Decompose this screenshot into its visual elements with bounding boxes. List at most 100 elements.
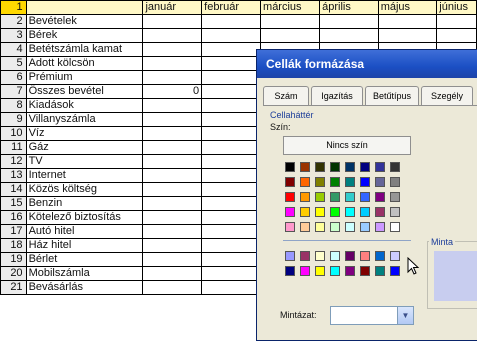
value-cell[interactable] [201, 56, 262, 71]
value-cell[interactable] [142, 252, 203, 267]
tab-alignment[interactable]: Igazítás [311, 86, 363, 105]
color-swatch[interactable] [330, 177, 340, 187]
color-swatch[interactable] [375, 162, 385, 172]
value-cell[interactable] [201, 182, 262, 197]
row-number[interactable]: 14 [0, 182, 27, 197]
row-label-cell[interactable]: Bérlet [25, 252, 144, 267]
color-swatch[interactable] [390, 266, 400, 276]
row-label-cell[interactable]: Betétszámla kamat [25, 42, 144, 57]
color-swatch[interactable] [330, 207, 340, 217]
row-number[interactable]: 12 [0, 154, 27, 169]
color-swatch[interactable] [315, 251, 325, 261]
row-number[interactable]: 6 [0, 70, 27, 85]
value-cell[interactable] [201, 28, 262, 43]
color-swatch[interactable] [330, 251, 340, 261]
pattern-dropdown[interactable]: ▼ [330, 306, 414, 325]
value-cell[interactable] [142, 196, 203, 211]
value-cell[interactable] [142, 14, 203, 29]
value-cell[interactable] [142, 126, 203, 141]
color-swatch[interactable] [285, 162, 295, 172]
row-label-cell[interactable]: Összes bevétel [25, 84, 144, 99]
color-swatch[interactable] [345, 222, 355, 232]
row-number[interactable]: 20 [0, 266, 27, 281]
tab-number[interactable]: Szám [263, 86, 309, 105]
color-swatch[interactable] [390, 207, 400, 217]
value-cell[interactable] [260, 14, 321, 29]
month-header[interactable]: január [142, 0, 203, 15]
no-color-button[interactable]: Nincs szín [283, 136, 411, 155]
color-swatch[interactable] [390, 251, 400, 261]
color-swatch[interactable] [330, 266, 340, 276]
row-number[interactable]: 8 [0, 98, 27, 113]
row-label-cell[interactable]: Kötelező biztosítás [25, 210, 144, 225]
value-cell[interactable] [201, 98, 262, 113]
color-swatch[interactable] [345, 192, 355, 202]
color-swatch[interactable] [315, 192, 325, 202]
value-cell[interactable] [142, 70, 203, 85]
value-cell[interactable] [201, 224, 262, 239]
color-swatch[interactable] [300, 207, 310, 217]
value-cell[interactable] [377, 28, 438, 43]
value-cell[interactable] [319, 28, 379, 43]
color-swatch[interactable] [315, 207, 325, 217]
color-swatch[interactable] [315, 266, 325, 276]
color-swatch[interactable] [315, 162, 325, 172]
color-swatch[interactable] [375, 222, 385, 232]
value-cell[interactable] [201, 168, 262, 183]
value-cell[interactable] [142, 42, 203, 57]
header-cell-label[interactable] [25, 0, 144, 15]
color-swatch[interactable] [375, 266, 385, 276]
color-swatch[interactable] [345, 251, 355, 261]
value-cell[interactable] [377, 14, 438, 29]
color-swatch[interactable] [360, 192, 370, 202]
value-cell[interactable] [260, 28, 321, 43]
chevron-down-icon[interactable]: ▼ [397, 307, 413, 324]
month-header[interactable]: február [201, 0, 262, 15]
row-label-cell[interactable]: Bevásárlás [25, 280, 144, 295]
color-swatch[interactable] [375, 192, 385, 202]
value-cell[interactable] [142, 154, 203, 169]
row-label-cell[interactable]: Kiadások [25, 98, 144, 113]
row-number[interactable]: 5 [0, 56, 27, 71]
color-swatch[interactable] [345, 207, 355, 217]
color-swatch[interactable] [375, 251, 385, 261]
row-label-cell[interactable]: Gáz [25, 140, 144, 155]
color-swatch[interactable] [360, 207, 370, 217]
row-label-cell[interactable]: Internet [25, 168, 144, 183]
row-label-cell[interactable]: Adott kölcsön [25, 56, 144, 71]
color-swatch[interactable] [345, 177, 355, 187]
color-swatch[interactable] [375, 207, 385, 217]
row-label-cell[interactable]: Prémium [25, 70, 144, 85]
tab-border[interactable]: Szegély [421, 86, 473, 105]
value-cell[interactable] [142, 182, 203, 197]
color-swatch[interactable] [285, 177, 295, 187]
row-number[interactable]: 2 [0, 14, 27, 29]
value-cell[interactable] [201, 84, 262, 99]
row-number[interactable]: 18 [0, 238, 27, 253]
color-swatch[interactable] [330, 222, 340, 232]
row-number[interactable]: 7 [0, 84, 27, 99]
dialog-title[interactable]: Cellák formázása [257, 50, 477, 78]
value-cell[interactable] [142, 140, 203, 155]
value-cell[interactable] [142, 112, 203, 127]
color-swatch[interactable] [345, 162, 355, 172]
row-number[interactable]: 19 [0, 252, 27, 267]
row-label-cell[interactable]: Benzin [25, 196, 144, 211]
value-cell[interactable] [142, 98, 203, 113]
color-swatch[interactable] [390, 222, 400, 232]
color-swatch[interactable] [285, 266, 295, 276]
color-swatch[interactable] [300, 162, 310, 172]
value-cell[interactable] [436, 28, 477, 43]
row-number[interactable]: 3 [0, 28, 27, 43]
row-label-cell[interactable]: Bevételek [25, 14, 144, 29]
color-swatch[interactable] [375, 177, 385, 187]
row-number[interactable]: 11 [0, 140, 27, 155]
row-number[interactable]: 17 [0, 224, 27, 239]
value-cell[interactable] [201, 280, 262, 295]
value-cell[interactable] [201, 140, 262, 155]
color-swatch[interactable] [345, 266, 355, 276]
row-label-cell[interactable]: TV [25, 154, 144, 169]
color-swatch[interactable] [330, 162, 340, 172]
color-swatch[interactable] [300, 222, 310, 232]
row-number[interactable]: 16 [0, 210, 27, 225]
